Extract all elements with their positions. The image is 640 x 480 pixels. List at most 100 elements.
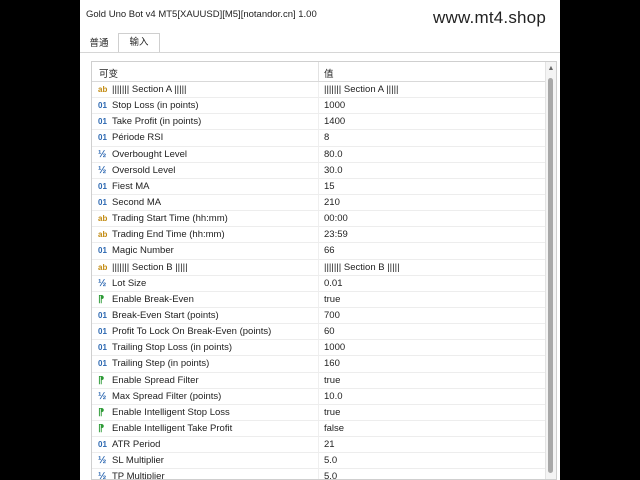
parameter-value[interactable]: ||||||| Section A ||||| xyxy=(324,84,399,95)
column-separator xyxy=(318,324,319,340)
column-separator xyxy=(318,469,319,479)
column-separator xyxy=(318,340,319,356)
parameter-name: ATR Period xyxy=(112,439,161,451)
parameter-value[interactable]: 66 xyxy=(324,245,335,256)
scroll-up-icon[interactable]: ▲ xyxy=(547,65,555,73)
parameter-name: Profit To Lock On Break-Even (points) xyxy=(112,326,272,338)
window-title: Gold Uno Bot v4 MT5[XAUUSD][M5][notandor… xyxy=(86,9,317,20)
parameter-value[interactable]: 21 xyxy=(324,439,335,450)
table-row[interactable]: ½ Overbought Level 80.0 xyxy=(92,146,546,163)
table-row[interactable]: ab ||||||| Section A ||||| ||||||| Section… xyxy=(92,82,546,99)
column-separator xyxy=(318,307,319,324)
column-separator xyxy=(318,259,319,275)
table-row[interactable]: 01 Stop Loss (in points) 1000 xyxy=(92,98,546,115)
integer-type-icon: 01 xyxy=(98,327,107,337)
header-variable[interactable]: 可变 xyxy=(99,66,118,80)
parameter-name: SL Multiplier xyxy=(112,455,164,467)
parameter-name: Magic Number xyxy=(112,245,174,257)
table-row[interactable]: 01 Break-Even Start (points) 700 xyxy=(92,307,546,325)
table-row[interactable]: 01 Second MA 210 xyxy=(92,194,546,212)
tab-inputs[interactable]: 输入 xyxy=(118,33,160,53)
parameter-value[interactable]: true xyxy=(324,294,340,305)
table-row[interactable]: ½ Oversold Level 30.0 xyxy=(92,162,546,179)
column-separator xyxy=(318,388,319,404)
parameter-name: Trailing Step (in points) xyxy=(112,358,210,370)
parameter-value[interactable]: 1400 xyxy=(324,116,345,127)
column-separator xyxy=(318,146,319,162)
parameter-value[interactable]: 700 xyxy=(324,310,340,321)
parameter-value[interactable]: 0.01 xyxy=(324,278,343,289)
header-value[interactable]: 值 xyxy=(324,66,334,80)
table-row[interactable]: ⁋ Enable Intelligent Take Profit false xyxy=(92,420,546,438)
parameter-value[interactable]: 1000 xyxy=(324,100,345,111)
parameter-value[interactable]: 5.0 xyxy=(324,471,337,479)
scroll-thumb[interactable] xyxy=(548,78,553,473)
column-separator xyxy=(318,211,319,227)
boolean-type-icon: ⁋ xyxy=(98,406,105,418)
double-type-icon: ½ xyxy=(98,164,107,176)
table-row[interactable]: ⁋ Enable Break-Even true xyxy=(92,291,546,308)
parameter-value[interactable]: 80.0 xyxy=(324,149,343,160)
table-row[interactable]: ⁋ Enable Intelligent Stop Loss true xyxy=(92,404,546,421)
parameter-value[interactable]: 30.0 xyxy=(324,165,343,176)
parameter-value[interactable]: ||||||| Section B ||||| xyxy=(324,262,400,273)
parameter-name: Overbought Level xyxy=(112,148,187,160)
table-row[interactable]: ½ TP Multiplier 5.0 xyxy=(92,469,546,480)
parameter-value[interactable]: true xyxy=(324,407,340,418)
table-row[interactable]: ⁋ Enable Spread Filter true xyxy=(92,372,546,389)
tab-common[interactable]: 普通 xyxy=(84,35,114,52)
vertical-scrollbar[interactable]: ▲ xyxy=(545,62,556,479)
parameter-value[interactable]: 23:59 xyxy=(324,229,348,240)
parameter-name: Max Spread Filter (points) xyxy=(112,390,222,402)
column-separator xyxy=(318,194,319,211)
column-separator xyxy=(318,130,319,146)
column-separator xyxy=(318,372,319,388)
parameter-name: TP Multiplier xyxy=(112,471,165,480)
table-row[interactable]: 01 Période RSI 8 xyxy=(92,130,546,147)
parameter-name: ||||||| Section A ||||| xyxy=(112,84,187,95)
parameter-name: Oversold Level xyxy=(112,164,176,176)
table-row[interactable]: ab Trading End Time (hh:mm) 23:59 xyxy=(92,227,546,244)
parameter-name: ||||||| Section B ||||| xyxy=(112,261,188,273)
parameter-value[interactable]: 5.0 xyxy=(324,455,337,466)
parameter-value[interactable]: 10.0 xyxy=(324,391,343,402)
parameter-value[interactable]: false xyxy=(324,423,344,434)
table-row[interactable]: ½ SL Multiplier 5.0 xyxy=(92,453,546,470)
parameter-value[interactable]: 15 xyxy=(324,181,335,192)
table-row[interactable]: ½ Max Spread Filter (points) 10.0 xyxy=(92,388,546,405)
column-separator xyxy=(318,162,319,178)
parameter-name: Enable Spread Filter xyxy=(112,374,199,386)
tab-divider xyxy=(80,52,560,53)
parameter-value[interactable]: 00:00 xyxy=(324,213,348,224)
boolean-type-icon: ⁋ xyxy=(98,422,105,434)
parameter-name: Break-Even Start (points) xyxy=(112,309,219,321)
parameter-value[interactable]: true xyxy=(324,375,340,386)
ea-properties-window: Gold Uno Bot v4 MT5[XAUUSD][M5][notandor… xyxy=(80,0,560,480)
parameter-value[interactable]: 8 xyxy=(324,132,329,143)
table-row[interactable]: 01 Profit To Lock On Break-Even (points) 6… xyxy=(92,324,546,341)
parameter-value[interactable]: 1000 xyxy=(324,342,345,353)
table-row[interactable]: ab Trading Start Time (hh:mm) 00:00 xyxy=(92,211,546,228)
table-row[interactable]: 01 Take Profit (in points) 1400 xyxy=(92,114,546,131)
parameter-value[interactable]: 210 xyxy=(324,197,340,208)
double-type-icon: ½ xyxy=(98,277,107,289)
integer-type-icon: 01 xyxy=(98,343,107,353)
column-separator xyxy=(318,178,319,194)
double-type-icon: ½ xyxy=(98,148,107,160)
column-separator xyxy=(318,404,319,420)
table-row[interactable]: 01 ATR Period 21 xyxy=(92,437,546,454)
header-separator[interactable] xyxy=(318,62,319,81)
column-separator xyxy=(318,291,319,307)
table-row[interactable]: ab ||||||| Section B ||||| ||||||| Section… xyxy=(92,259,546,276)
parameter-value[interactable]: 60 xyxy=(324,326,335,337)
table-row[interactable]: 01 Trailing Step (in points) 160 xyxy=(92,356,546,373)
watermark: www.mt4.shop xyxy=(433,8,546,27)
table-row[interactable]: ½ Lot Size 0.01 xyxy=(92,275,546,292)
parameter-name: Trading Start Time (hh:mm) xyxy=(112,213,228,225)
table-row[interactable]: 01 Magic Number 66 xyxy=(92,243,546,260)
table-row[interactable]: 01 Fiest MA 15 xyxy=(92,178,546,195)
table-row[interactable]: 01 Trailing Stop Loss (in points) 1000 xyxy=(92,340,546,357)
integer-type-icon: 01 xyxy=(98,101,107,111)
parameter-name: Trading End Time (hh:mm) xyxy=(112,229,225,241)
parameter-value[interactable]: 160 xyxy=(324,358,340,369)
